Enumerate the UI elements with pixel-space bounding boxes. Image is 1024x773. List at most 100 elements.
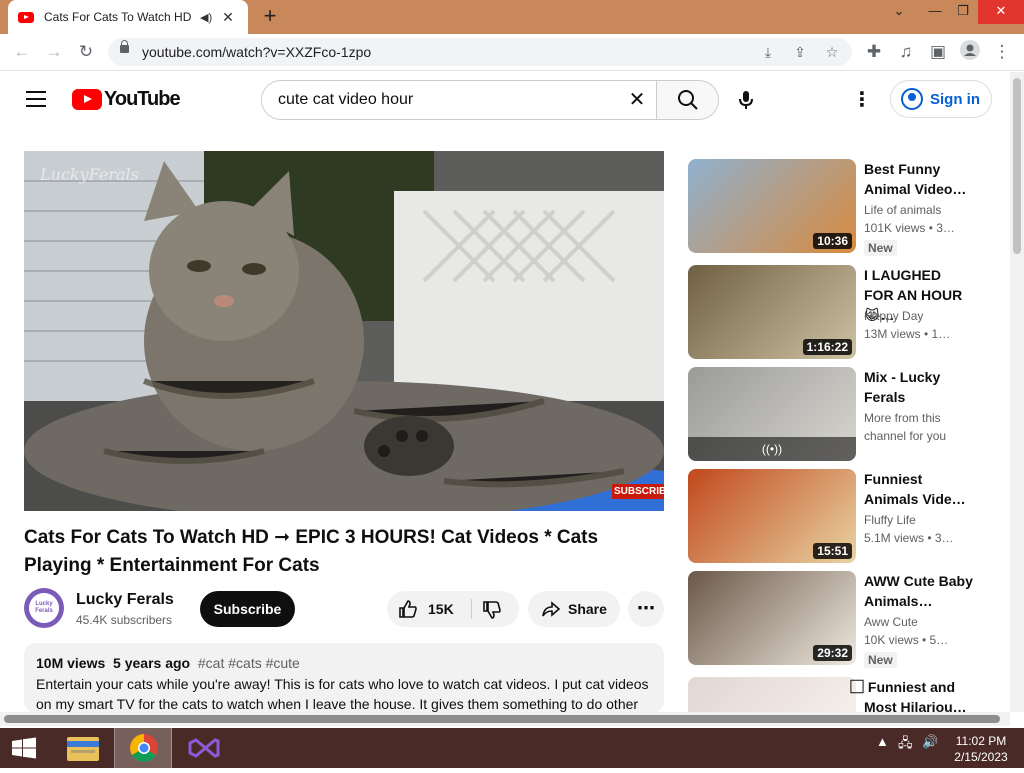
page-vertical-scrollbar[interactable] — [1010, 72, 1024, 712]
youtube-logo[interactable]: YouTube — [72, 88, 181, 110]
browser-menu-icon[interactable]: ⋮ — [990, 40, 1014, 64]
browser-toolbar: ← → ↻ youtube.com/watch?v=XXZFco-1zpo ⤓ … — [0, 34, 1024, 71]
related-video-thumbnail[interactable] — [688, 677, 856, 712]
video-duration: 1:16:22 — [802, 339, 852, 355]
like-divider — [471, 599, 472, 619]
related-video-item[interactable]: 10:36 Best Funny Animal Video… Life of ani… — [688, 159, 988, 256]
side-panel-icon[interactable]: ▣ — [926, 40, 950, 64]
subscribe-button[interactable]: Subscribe — [200, 591, 295, 627]
bookmark-star-icon[interactable]: ☆ — [822, 42, 842, 62]
related-video-views: 10K views • 5… — [864, 633, 949, 647]
related-video-title[interactable]: Mix - Lucky Ferals — [864, 367, 974, 407]
profile-icon[interactable] — [958, 40, 982, 64]
youtube-play-logo-icon — [72, 88, 102, 110]
related-video-thumbnail[interactable]: 29:32 — [688, 571, 856, 665]
extensions-icon[interactable]: ✚ — [862, 40, 886, 64]
related-video-thumbnail[interactable]: 10:36 — [688, 159, 856, 253]
like-dislike-pill: 15K — [387, 591, 519, 627]
share-label: Share — [568, 601, 607, 617]
file-explorer-icon[interactable] — [54, 728, 112, 768]
install-icon[interactable]: ⤓ — [758, 42, 778, 62]
page-horizontal-scrollbar[interactable] — [0, 712, 1010, 726]
like-thumb-up-icon[interactable] — [397, 598, 419, 625]
sign-in-button[interactable]: Sign in — [890, 80, 992, 118]
related-video-views: 13M views • 1… — [864, 327, 951, 341]
search-icon — [678, 90, 698, 110]
video-duration: 10:36 — [813, 233, 852, 249]
related-video-thumbnail[interactable]: 1:16:22 — [688, 265, 856, 359]
description-text: Entertain your cats while you're away! T… — [36, 676, 649, 712]
share-page-icon[interactable]: ⇪ — [790, 42, 810, 62]
show-hidden-icons-icon[interactable]: ▲ — [876, 734, 889, 749]
windows-taskbar: ▲ 🖧 🔊 11:02 PM 2/15/2023 — [0, 728, 1024, 768]
media-controls-icon[interactable]: ♫ — [894, 40, 918, 64]
tab-close-icon[interactable]: ✕ — [222, 9, 234, 26]
related-video-channel[interactable]: Aww Cute — [864, 615, 974, 629]
related-video-channel[interactable]: More from this — [864, 411, 974, 425]
search-button[interactable] — [656, 81, 718, 119]
tab-title: Cats For Cats To Watch HD - — [44, 10, 194, 24]
like-count[interactable]: 15K — [428, 601, 454, 617]
lock-icon[interactable] — [120, 40, 129, 53]
browser-tab-strip: Cats For Cats To Watch HD - ◀) ✕ + ⌄ — ❐… — [0, 0, 1024, 34]
related-video-channel[interactable]: Happy Day — [864, 309, 974, 323]
search-box: ✕ — [261, 80, 719, 120]
search-input[interactable] — [262, 81, 657, 119]
new-badge: New — [864, 652, 897, 668]
related-video-item[interactable]: 29:32 AWW Cute Baby Animals… Aww Cute 10K v… — [688, 571, 988, 668]
related-video-title[interactable]: ⃞ Funniest and Most Hilariou… — [864, 677, 974, 717]
back-icon[interactable]: ← — [10, 40, 34, 64]
share-button[interactable]: Share — [528, 591, 620, 627]
tab-search-chevron-icon[interactable]: ⌄ — [882, 0, 916, 24]
related-video-views: 5.1M views • 3… — [864, 531, 954, 545]
related-video-channel[interactable]: Fluffy Life — [864, 513, 974, 527]
browser-tab-active[interactable]: Cats For Cats To Watch HD - ◀) ✕ — [8, 0, 248, 34]
description-box[interactable]: 10M views 5 years ago #cat #cats #cute E… — [24, 643, 664, 713]
subscriber-count: 45.4K subscribers — [76, 613, 173, 627]
url-text[interactable]: youtube.com/watch?v=XXZFco-1zpo — [142, 44, 371, 60]
related-video-title[interactable]: Funniest Animals Vide… — [864, 469, 974, 509]
related-video-item[interactable]: 1:16:22 I LAUGHED FOR AN HOUR😹… Happy Day 1… — [688, 265, 988, 359]
video-duration: 29:32 — [813, 645, 852, 661]
horizontal-scrollbar-thumb[interactable] — [4, 715, 1000, 723]
dislike-thumb-down-icon[interactable] — [481, 599, 503, 626]
network-icon[interactable]: 🖧 — [898, 734, 913, 756]
more-actions-button[interactable]: ⋯ — [628, 591, 664, 627]
related-video-title[interactable]: Best Funny Animal Video… — [864, 159, 974, 199]
channel-avatar[interactable]: Lucky Ferals — [24, 588, 64, 628]
clear-search-icon[interactable]: ✕ — [626, 89, 648, 111]
reload-icon[interactable]: ↻ — [74, 40, 98, 64]
related-video-title[interactable]: AWW Cute Baby Animals… — [864, 571, 974, 611]
related-video-item[interactable]: 15:51 Funniest Animals Vide… Fluffy Life 5.… — [688, 469, 988, 563]
related-video-views: 101K views • 3… — [864, 221, 955, 235]
description-meta: 10M views 5 years ago #cat #cats #cute — [36, 655, 652, 671]
volume-icon[interactable]: 🔊 — [922, 734, 938, 750]
view-count: 10M views — [36, 655, 106, 671]
windows-start-icon[interactable] — [0, 728, 58, 768]
visual-studio-icon[interactable] — [176, 728, 234, 768]
related-video-item[interactable]: ((•)) Mix - Lucky Ferals More from this cha… — [688, 367, 988, 461]
related-video-thumbnail[interactable]: ((•)) — [688, 367, 856, 461]
subscribe-overlay-button[interactable]: SUBSCRIBE — [612, 484, 664, 499]
account-circle-icon — [901, 88, 923, 110]
restore-button[interactable]: ❐ — [946, 0, 980, 24]
hamburger-menu-icon[interactable] — [26, 91, 46, 107]
audio-playing-icon[interactable]: ◀) — [200, 11, 212, 24]
forward-icon[interactable]: → — [42, 40, 66, 64]
video-player[interactable]: LuckyFerals SUBSCRIBE — [24, 151, 664, 511]
window-close-button[interactable]: ✕ — [978, 0, 1024, 24]
related-video-item[interactable]: ⃞ Funniest and Most Hilariou… — [688, 677, 988, 715]
related-video-channel[interactable]: Life of animals — [864, 203, 974, 217]
settings-kebab-icon[interactable]: ⋮ — [852, 88, 872, 112]
hashtags[interactable]: #cat #cats #cute — [198, 655, 300, 671]
scrollbar-thumb[interactable] — [1013, 78, 1021, 254]
video-title: Cats For Cats To Watch HD ➞ EPIC 3 HOURS… — [24, 527, 599, 576]
taskbar-clock[interactable]: 11:02 PM 2/15/2023 — [946, 733, 1016, 765]
related-video-thumbnail[interactable]: 15:51 — [688, 469, 856, 563]
channel-name[interactable]: Lucky Ferals — [76, 591, 174, 609]
voice-search-mic-icon[interactable] — [734, 88, 758, 112]
new-tab-button[interactable]: + — [258, 4, 282, 28]
address-bar[interactable]: youtube.com/watch?v=XXZFco-1zpo ⤓ ⇪ ☆ — [108, 38, 852, 66]
youtube-header: YouTube ✕ ⋮ Sign in — [0, 72, 1010, 128]
chrome-icon[interactable] — [114, 728, 172, 768]
